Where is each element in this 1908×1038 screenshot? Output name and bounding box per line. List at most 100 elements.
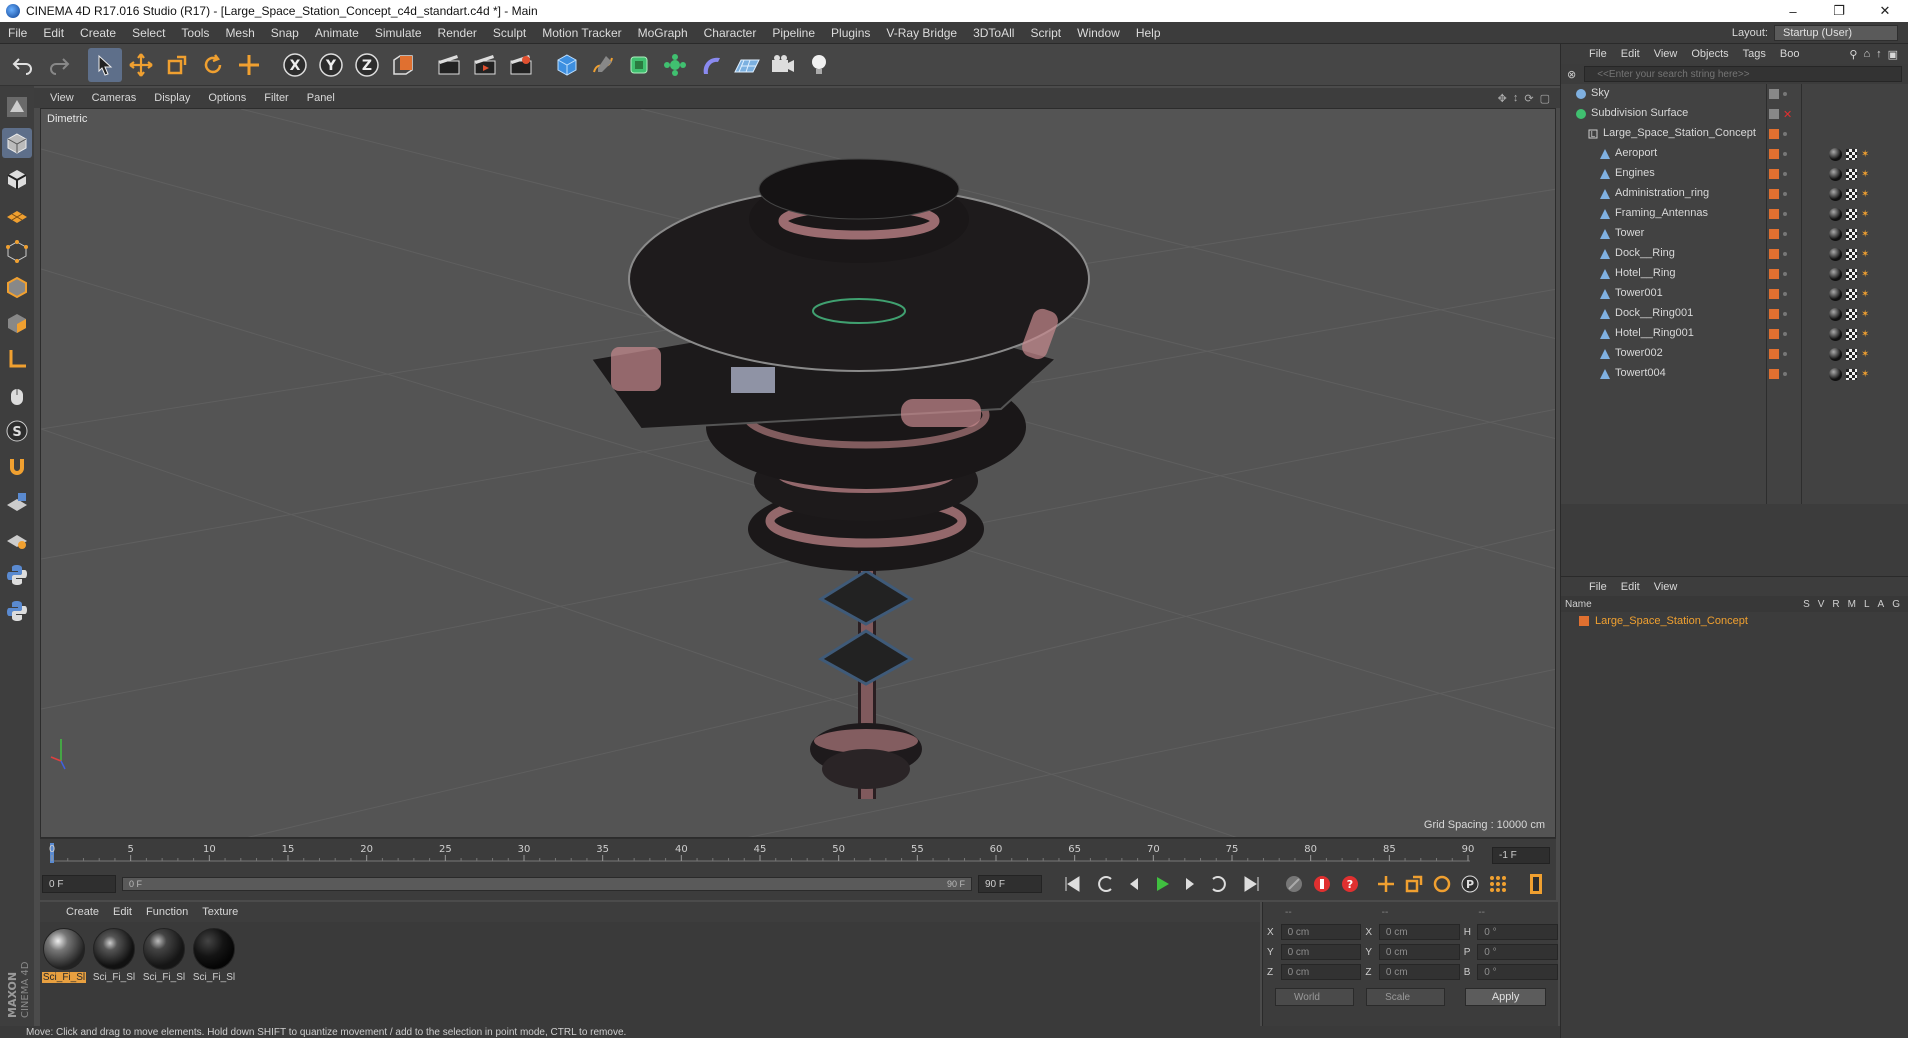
menu-motion-tracker[interactable]: Motion Tracker [534, 26, 629, 40]
menu-script[interactable]: Script [1022, 26, 1069, 40]
object-row[interactable]: Tower001 ✶ [1561, 284, 1908, 304]
uvw-tag-icon[interactable] [1846, 168, 1857, 180]
menu-create[interactable]: Create [72, 26, 124, 40]
object-row[interactable]: Administration_ring ✶ [1561, 184, 1908, 204]
record-active-button[interactable] [1309, 871, 1335, 897]
uvw-tag-icon[interactable] [1846, 288, 1857, 300]
recent-tool-button[interactable] [232, 48, 266, 82]
size-z-field[interactable]: 0 cm [1378, 964, 1460, 980]
rotate-tool-button[interactable] [196, 48, 230, 82]
search-icon[interactable]: ⚲ [1849, 48, 1857, 61]
texture-tag-icon[interactable]: ✶ [1861, 189, 1869, 200]
material-tag-icon[interactable] [1829, 267, 1842, 281]
position-y-field[interactable]: 0 cm [1280, 944, 1362, 960]
axis-mode-button[interactable] [2, 344, 32, 374]
texture-tag-icon[interactable]: ✶ [1861, 229, 1869, 240]
render-dot-icon[interactable] [1783, 352, 1787, 356]
previous-key-button[interactable] [1093, 871, 1119, 897]
render-dot-icon[interactable] [1783, 132, 1787, 136]
material-item[interactable]: Sci_Fi_Sl [92, 928, 136, 1020]
menu-mesh[interactable]: Mesh [217, 26, 262, 40]
material-tag-icon[interactable] [1829, 167, 1842, 181]
material-item[interactable]: Sci_Fi_Sl [142, 928, 186, 1020]
close-search-icon[interactable]: ⊗ [1567, 68, 1576, 81]
render-dot-icon[interactable] [1783, 372, 1787, 376]
menu-pipeline[interactable]: Pipeline [764, 26, 823, 40]
cube-primitive-button[interactable] [550, 48, 584, 82]
maximize-button[interactable]: ❐ [1816, 0, 1862, 22]
key-rotation-button[interactable] [1429, 871, 1455, 897]
minimize-button[interactable]: – [1770, 0, 1816, 22]
visibility-toggle-icon[interactable] [1769, 89, 1779, 99]
object-menu-objects[interactable]: Objects [1691, 48, 1728, 60]
layer-color-icon[interactable] [1769, 269, 1779, 279]
layer-color-icon[interactable] [1769, 309, 1779, 319]
subdivision-surface-button[interactable] [622, 48, 656, 82]
render-dot-icon[interactable] [1783, 192, 1787, 196]
object-row[interactable]: Subdivision Surface ✕ [1561, 104, 1908, 124]
points-mode-button[interactable] [2, 236, 32, 266]
deformer-button[interactable] [694, 48, 728, 82]
texture-tag-icon[interactable]: ✶ [1861, 329, 1869, 340]
magnet-button[interactable] [2, 452, 32, 482]
viewport-menu-panel[interactable]: Panel [307, 92, 347, 104]
viewport-menu-filter[interactable]: Filter [264, 92, 300, 104]
workplane-grid-button[interactable] [2, 524, 32, 554]
material-item[interactable]: Sci_Fi_Sl [42, 928, 86, 1020]
uvw-tag-icon[interactable] [1846, 348, 1857, 360]
material-menu-create[interactable]: Create [66, 906, 99, 918]
3d-viewport[interactable]: Dimetric Grid Spacing: 10000 cm [40, 108, 1556, 838]
object-search-input[interactable] [1584, 66, 1902, 82]
menu-animate[interactable]: Animate [307, 26, 367, 40]
key-parameter-button[interactable]: P [1457, 871, 1483, 897]
layer-color-icon[interactable] [1769, 369, 1779, 379]
object-row[interactable]: Towert004 ✶ [1561, 364, 1908, 384]
coordinate-space-select[interactable]: World [1275, 988, 1355, 1006]
up-arrow-icon[interactable]: ↑ [1876, 48, 1882, 61]
material-tag-icon[interactable] [1829, 187, 1842, 201]
layer-color-icon[interactable] [1769, 349, 1779, 359]
render-dot-icon[interactable] [1783, 152, 1787, 156]
scale-tool-button[interactable] [160, 48, 194, 82]
layer-color-icon[interactable] [1769, 189, 1779, 199]
uvw-tag-icon[interactable] [1846, 228, 1857, 240]
timeline-window-button[interactable] [1523, 871, 1549, 897]
material-tag-icon[interactable] [1829, 347, 1842, 361]
menu-simulate[interactable]: Simulate [367, 26, 430, 40]
polygons-mode-button[interactable] [2, 308, 32, 338]
object-row[interactable]: Dock__Ring001 ✶ [1561, 304, 1908, 324]
menu-3dtoall[interactable]: 3DToAll [965, 26, 1022, 40]
motion-record-button[interactable] [1281, 871, 1307, 897]
menu-render[interactable]: Render [430, 26, 485, 40]
close-button[interactable]: ✕ [1862, 0, 1908, 22]
workplane-mode-button[interactable] [2, 200, 32, 230]
layer-color-icon[interactable] [1769, 229, 1779, 239]
rotation-h-field[interactable]: 0 ° [1477, 924, 1559, 940]
texture-tag-icon[interactable]: ✶ [1861, 249, 1869, 260]
move-tool-button[interactable] [124, 48, 158, 82]
material-tag-icon[interactable] [1829, 227, 1842, 241]
object-row[interactable]: Tower ✶ [1561, 224, 1908, 244]
redo-button[interactable] [42, 48, 76, 82]
uvw-tag-icon[interactable] [1846, 208, 1857, 220]
material-menu-function[interactable]: Function [146, 906, 188, 918]
render-dot-icon[interactable] [1783, 172, 1787, 176]
dolly-icon[interactable]: ↕ [1513, 92, 1519, 105]
render-dot-icon[interactable] [1783, 92, 1787, 96]
render-dot-icon[interactable] [1783, 252, 1787, 256]
menu-mograph[interactable]: MoGraph [630, 26, 696, 40]
spline-pen-button[interactable] [586, 48, 620, 82]
texture-tag-icon[interactable]: ✶ [1861, 289, 1869, 300]
layer-color-icon[interactable] [1769, 289, 1779, 299]
key-position-button[interactable] [1373, 871, 1399, 897]
key-scale-button[interactable] [1401, 871, 1427, 897]
material-tag-icon[interactable] [1829, 247, 1842, 261]
rotation-b-field[interactable]: 0 ° [1477, 964, 1559, 980]
uvw-tag-icon[interactable] [1846, 368, 1857, 380]
cloner-button[interactable] [658, 48, 692, 82]
texture-tag-icon[interactable]: ✶ [1861, 149, 1869, 160]
current-frame-field[interactable]: -1 F [1492, 847, 1550, 864]
render-dot-icon[interactable] [1783, 212, 1787, 216]
y-axis-lock-button[interactable]: Y [314, 48, 348, 82]
texture-tag-icon[interactable]: ✶ [1861, 209, 1869, 220]
